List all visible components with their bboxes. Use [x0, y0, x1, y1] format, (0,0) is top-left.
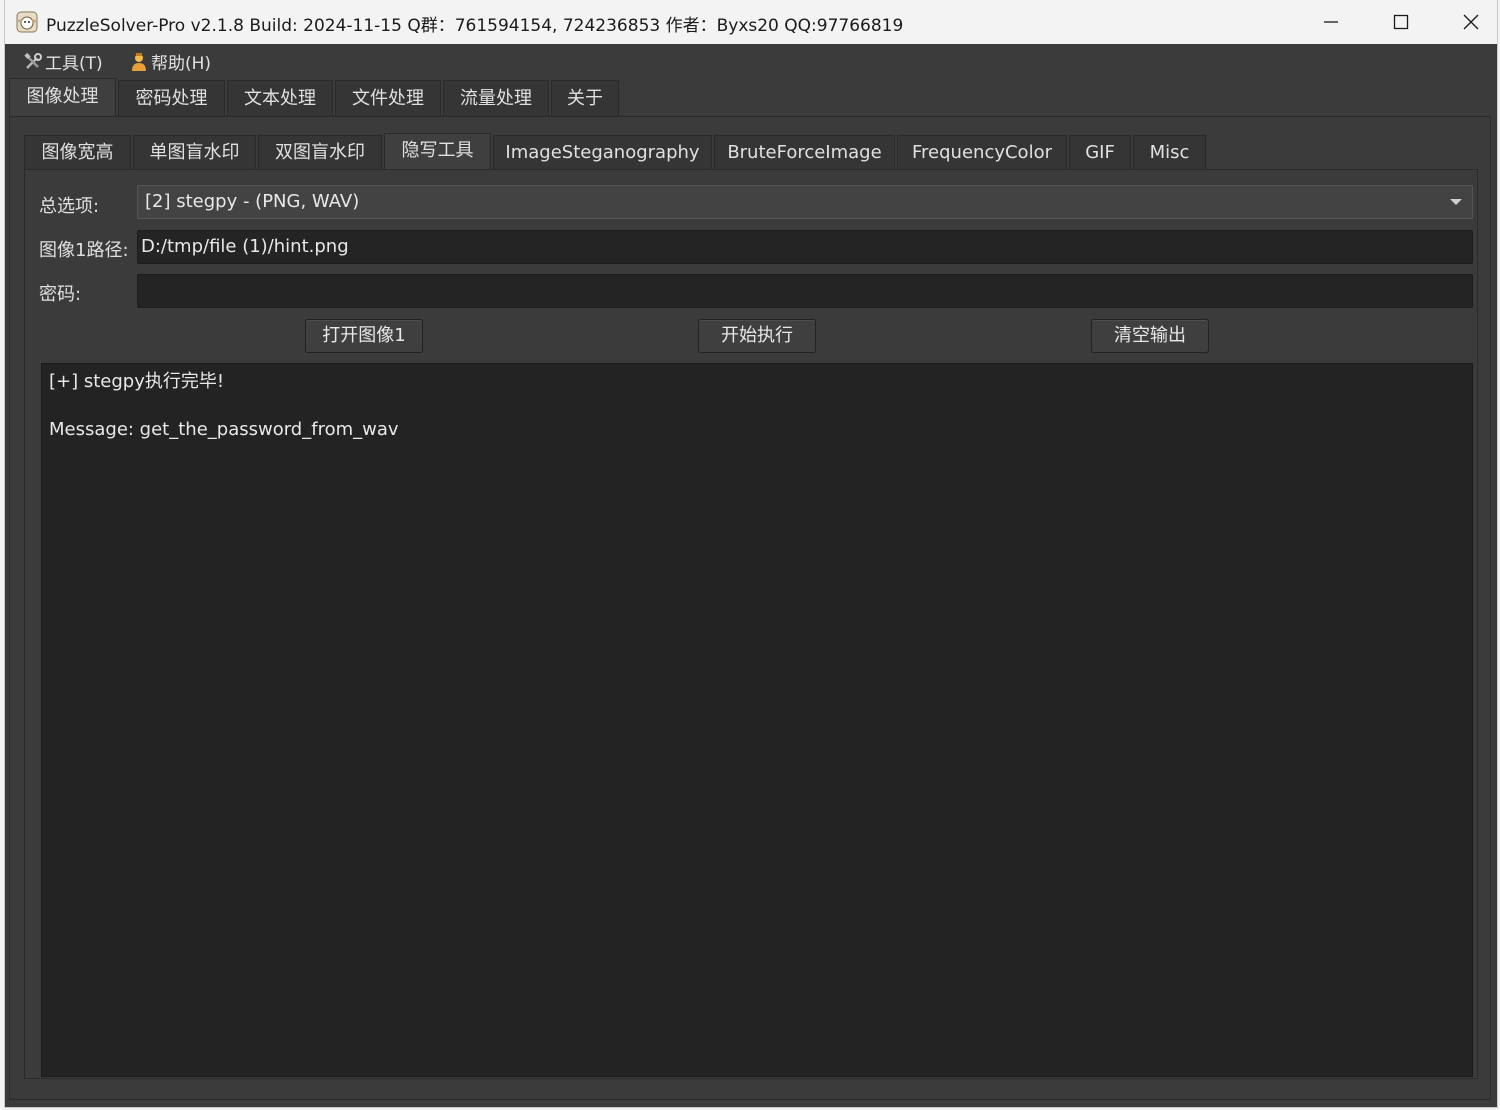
image1-path-label: 图像1路径: — [39, 240, 129, 261]
close-button[interactable] — [1436, 0, 1497, 44]
output-textarea[interactable]: [+] stegpy执行完毕! Message: get_the_passwor… — [41, 363, 1473, 1077]
tab-file-processing[interactable]: 文件处理 — [335, 80, 441, 116]
start-execute-button[interactable]: 开始执行 — [698, 319, 816, 353]
subtab-misc[interactable]: Misc — [1133, 135, 1206, 169]
sub-tab-bar: 图像宽高 单图盲水印 双图盲水印 隐写工具 ImageSteganography… — [24, 133, 1484, 169]
menu-help-label: 帮助(H) — [151, 54, 212, 74]
title-bar: PuzzleSolver-Pro v2.1.8 Build: 2024-11-1… — [5, 0, 1497, 44]
tab-text-processing[interactable]: 文本处理 — [227, 80, 333, 116]
chevron-down-icon — [1450, 199, 1462, 205]
tab-crypto-processing[interactable]: 密码处理 — [118, 80, 225, 116]
stego-tools-panel: 总选项: [2] stegpy - (PNG, WAV) 图像1路径: D:/t… — [24, 169, 1478, 1079]
subtab-gif[interactable]: GIF — [1069, 135, 1131, 169]
maximize-icon — [1393, 14, 1409, 30]
tab-image-processing[interactable]: 图像处理 — [9, 78, 116, 116]
output-line-status: [+] stegpy执行完毕! — [49, 371, 225, 392]
tools-icon — [24, 52, 42, 69]
subtab-brute-force-image[interactable]: BruteForceImage — [714, 135, 895, 169]
maximize-button[interactable] — [1366, 0, 1436, 44]
option-label: 总选项: — [39, 196, 100, 217]
image1-path-value: D:/tmp/file (1)/hint.png — [141, 236, 349, 257]
subtab-image-steganography[interactable]: ImageSteganography — [493, 135, 712, 169]
password-label: 密码: — [39, 284, 82, 305]
menu-help[interactable]: 帮助(H) — [129, 49, 211, 74]
subtab-image-size[interactable]: 图像宽高 — [24, 135, 131, 169]
password-input[interactable] — [137, 274, 1473, 308]
tab-traffic-processing[interactable]: 流量处理 — [443, 80, 549, 116]
minimize-button[interactable] — [1296, 0, 1366, 44]
subtab-dual-watermark[interactable]: 双图盲水印 — [258, 135, 382, 169]
menu-tools[interactable]: 工具(T) — [23, 49, 103, 74]
help-person-icon — [132, 52, 146, 71]
tab-about[interactable]: 关于 — [551, 80, 619, 116]
image1-path-input[interactable]: D:/tmp/file (1)/hint.png — [137, 230, 1473, 264]
menu-bar: 工具(T) 帮助(H) — [5, 44, 1497, 76]
menu-tools-label: 工具(T) — [45, 54, 103, 74]
app-window: PuzzleSolver-Pro v2.1.8 Build: 2024-11-1… — [4, 0, 1498, 1108]
subtab-single-watermark[interactable]: 单图盲水印 — [133, 135, 256, 169]
main-tab-bar: 图像处理 密码处理 文本处理 文件处理 流量处理 关于 — [5, 78, 1497, 116]
image-processing-panel: 图像宽高 单图盲水印 双图盲水印 隐写工具 ImageSteganography… — [9, 116, 1491, 1100]
option-select-value: [2] stegpy - (PNG, WAV) — [145, 191, 360, 212]
open-image1-button[interactable]: 打开图像1 — [305, 319, 423, 353]
sheep-app-icon — [16, 11, 38, 33]
window-title: PuzzleSolver-Pro v2.1.8 Build: 2024-11-1… — [46, 16, 904, 36]
subtab-frequency-color[interactable]: FrequencyColor — [897, 135, 1067, 169]
output-line-message: Message: get_the_password_from_wav — [49, 419, 399, 440]
subtab-stego-tools[interactable]: 隐写工具 — [384, 133, 491, 169]
clear-output-button[interactable]: 清空输出 — [1091, 319, 1209, 353]
output-blank-line — [49, 394, 1465, 418]
minimize-icon — [1324, 21, 1338, 23]
option-select[interactable]: [2] stegpy - (PNG, WAV) — [137, 185, 1473, 219]
close-icon — [1463, 14, 1479, 30]
